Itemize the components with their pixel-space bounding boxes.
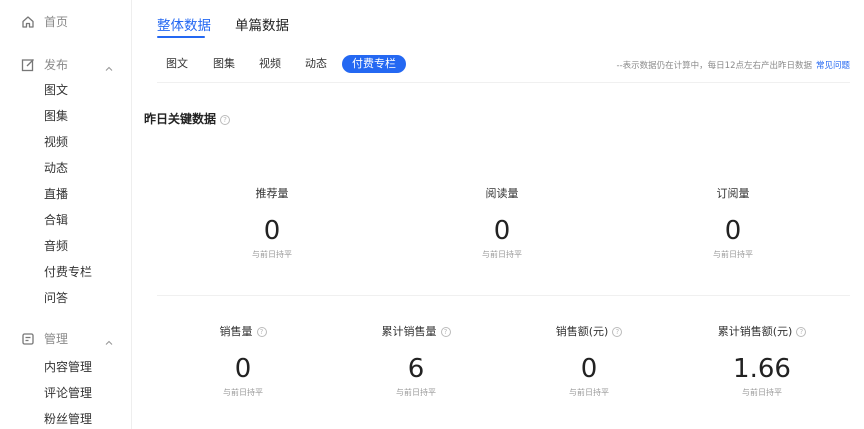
metric-label: 累计销售额(元) <box>717 325 793 338</box>
metric-compare: 与前日持平 <box>569 388 609 397</box>
metric-value: 0 <box>724 216 742 246</box>
sidebar-item-tuwen[interactable]: 图文 <box>44 81 68 99</box>
metric-total-sales-amount: 累计销售额(元)? 1.66 与前日持平 <box>682 325 842 398</box>
metric-value: 0 <box>234 354 252 384</box>
sidebar-group-publish-label: 发布 <box>44 58 69 72</box>
divider <box>157 295 850 296</box>
home-icon <box>21 14 35 28</box>
help-icon[interactable]: ? <box>612 327 623 337</box>
section-title: 昨日关键数据? <box>144 110 231 127</box>
sidebar-item-home-label: 首页 <box>44 15 69 29</box>
subtab-tuji[interactable]: 图集 <box>213 55 235 73</box>
sidebar-item-content-manage[interactable]: 内容管理 <box>44 358 92 376</box>
sidebar-group-manage[interactable]: 管理 <box>0 325 132 351</box>
sidebar-item-fans-manage[interactable]: 粉丝管理 <box>44 410 92 428</box>
metric-recommend: 推荐量 0 与前日持平 <box>192 187 352 260</box>
sidebar: 首页 发布 图文 图集 视频 动态 直播 合辑 音频 付费专栏 问答 管理 内容… <box>0 0 132 429</box>
metric-value: 0 <box>493 216 511 246</box>
divider <box>157 82 850 83</box>
metric-label: 订阅量 <box>716 187 750 200</box>
chevron-up-icon[interactable] <box>104 333 114 345</box>
metric-compare: 与前日持平 <box>396 388 436 397</box>
sidebar-item-heji[interactable]: 合辑 <box>44 211 68 229</box>
metric-label: 阅读量 <box>485 187 519 200</box>
sidebar-item-shipin[interactable]: 视频 <box>44 133 68 151</box>
sidebar-item-wenda[interactable]: 问答 <box>44 289 68 307</box>
sidebar-group-manage-label: 管理 <box>44 332 69 346</box>
metric-value: 0 <box>263 216 281 246</box>
tab-single-data[interactable]: 单篇数据 <box>235 14 289 34</box>
help-icon[interactable]: ? <box>256 327 267 337</box>
metric-read: 阅读量 0 与前日持平 <box>422 187 582 260</box>
chevron-up-icon[interactable] <box>104 59 114 71</box>
sidebar-item-home[interactable]: 首页 <box>0 8 132 34</box>
metric-compare: 与前日持平 <box>223 388 263 397</box>
sidebar-group-publish[interactable]: 发布 <box>0 51 132 77</box>
metric-value: 6 <box>407 354 425 384</box>
sidebar-item-zhibo[interactable]: 直播 <box>44 185 68 203</box>
metric-compare: 与前日持平 <box>252 250 292 259</box>
metric-compare: 与前日持平 <box>742 388 782 397</box>
help-icon[interactable]: ? <box>220 114 231 125</box>
metric-label: 累计销售量 <box>381 325 437 338</box>
metric-subscribe: 订阅量 0 与前日持平 <box>653 187 813 260</box>
subtab-fufei-zhuanlan[interactable]: 付费专栏 <box>342 55 406 73</box>
help-icon[interactable]: ? <box>440 327 451 337</box>
metric-sales-count: 销售量? 0 与前日持平 <box>163 325 323 398</box>
manage-icon <box>21 331 35 345</box>
metric-label: 销售量 <box>219 325 253 338</box>
subtab-tuwen[interactable]: 图文 <box>166 55 188 73</box>
metric-sales-amount: 销售额(元)? 0 与前日持平 <box>509 325 669 398</box>
metric-value: 1.66 <box>733 354 791 384</box>
edit-icon <box>21 57 35 72</box>
help-icon[interactable]: ? <box>796 327 807 337</box>
subtab-shipin[interactable]: 视频 <box>259 55 281 73</box>
tab-overall-data[interactable]: 整体数据 <box>157 14 211 34</box>
sidebar-item-fufei-zhuanlan[interactable]: 付费专栏 <box>44 263 92 281</box>
sidebar-item-dongtai[interactable]: 动态 <box>44 159 68 177</box>
section-title-text: 昨日关键数据 <box>144 112 217 126</box>
metric-total-sales-count: 累计销售量? 6 与前日持平 <box>336 325 496 398</box>
subtab-dongtai[interactable]: 动态 <box>305 55 327 73</box>
faq-link[interactable]: 常见问题 <box>816 61 850 71</box>
sidebar-item-comment-manage[interactable]: 评论管理 <box>44 384 92 402</box>
metric-compare: 与前日持平 <box>482 250 522 259</box>
sidebar-item-tuji[interactable]: 图集 <box>44 107 68 125</box>
metric-value: 0 <box>580 354 598 384</box>
active-tab-indicator <box>157 36 205 38</box>
notice-text: --表示数据仍在计算中，每日12点左右产出昨日数据 <box>616 61 812 71</box>
metric-label: 推荐量 <box>255 187 289 200</box>
data-notice: --表示数据仍在计算中，每日12点左右产出昨日数据 常见问题 <box>617 59 850 71</box>
sidebar-item-yinpin[interactable]: 音频 <box>44 237 68 255</box>
metric-compare: 与前日持平 <box>713 250 753 259</box>
metric-label: 销售额(元) <box>555 325 609 338</box>
